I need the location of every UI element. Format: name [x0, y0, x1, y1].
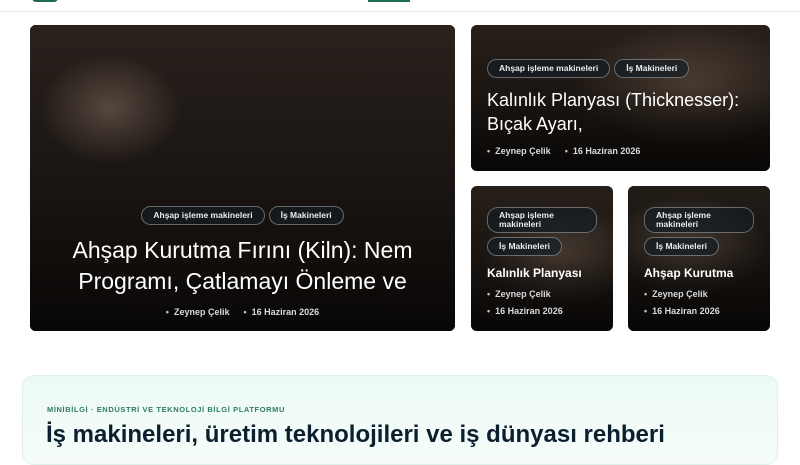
article-title[interactable]: Ahşap Kurutma	[644, 265, 754, 281]
article-meta: Zeynep Çelik 16 Haziran 2026	[46, 307, 439, 317]
tag-category[interactable]: Ahşap işleme makineleri	[644, 207, 754, 233]
article-author[interactable]: Zeynep Çelik	[487, 146, 551, 156]
nav-active-indicator	[368, 0, 410, 2]
tag-list: Ahşap işleme makineleri İş Makineleri	[46, 206, 439, 225]
article-author[interactable]: Zeynep Çelik	[644, 289, 754, 299]
article-author[interactable]: Zeynep Çelik	[487, 289, 597, 299]
featured-article-small-1[interactable]: Ahşap işleme makineleri İş Makineleri Ka…	[471, 186, 613, 331]
banner-headline: İş makineleri, üretim teknolojileri ve i…	[46, 421, 665, 448]
article-date: 16 Haziran 2026	[565, 146, 641, 156]
article-title[interactable]: Ahşap Kurutma Fırını (Kiln): Nem Program…	[46, 235, 439, 297]
featured-article-top-right[interactable]: Ahşap işleme makineleri İş Makineleri Ka…	[471, 25, 770, 171]
tag-list: Ahşap işleme makineleri İş Makineleri	[487, 207, 597, 256]
tag-category[interactable]: Ahşap işleme makineleri	[487, 59, 611, 78]
tag-category[interactable]: Ahşap işleme makineleri	[487, 207, 597, 233]
tag-category[interactable]: İş Makineleri	[487, 237, 563, 256]
article-content: Ahşap işleme makineleri İş Makineleri Ah…	[30, 206, 455, 317]
article-meta: Zeynep Çelik 16 Haziran 2026	[644, 289, 754, 316]
article-author[interactable]: Zeynep Çelik	[166, 307, 230, 317]
tag-list: Ahşap işleme makineleri İş Makineleri	[487, 59, 754, 78]
article-date: 16 Haziran 2026	[487, 306, 597, 316]
banner-eyebrow: MİNİBİLGİ · ENDÜSTRİ VE TEKNOLOJİ BİLGİ …	[47, 405, 286, 414]
tag-list: Ahşap işleme makineleri İş Makineleri	[644, 207, 754, 256]
top-navigation-bar	[0, 0, 800, 12]
article-content: Ahşap işleme makineleri İş Makineleri Ka…	[471, 207, 613, 316]
article-meta: Zeynep Çelik 16 Haziran 2026	[487, 289, 597, 316]
article-title[interactable]: Kalınlık Planyası	[487, 265, 597, 281]
article-content: Ahşap işleme makineleri İş Makineleri Ka…	[471, 59, 770, 156]
article-content: Ahşap işleme makineleri İş Makineleri Ah…	[628, 207, 770, 316]
article-title[interactable]: Kalınlık Planyası (Thicknesser): Bıçak A…	[487, 88, 754, 136]
tag-category[interactable]: Ahşap işleme makineleri	[141, 206, 265, 225]
featured-article-small-2[interactable]: Ahşap işleme makineleri İş Makineleri Ah…	[628, 186, 770, 331]
tag-category[interactable]: İş Makineleri	[268, 206, 344, 225]
article-date: 16 Haziran 2026	[644, 306, 754, 316]
article-meta: Zeynep Çelik 16 Haziran 2026	[487, 146, 754, 156]
featured-article-main[interactable]: Ahşap işleme makineleri İş Makineleri Ah…	[30, 25, 455, 331]
article-date: 16 Haziran 2026	[243, 307, 320, 317]
tag-category[interactable]: İş Makineleri	[644, 237, 720, 256]
site-intro-banner: MİNİBİLGİ · ENDÜSTRİ VE TEKNOLOJİ BİLGİ …	[22, 375, 778, 465]
site-logo[interactable]	[32, 0, 58, 2]
tag-category[interactable]: İş Makineleri	[614, 59, 690, 78]
